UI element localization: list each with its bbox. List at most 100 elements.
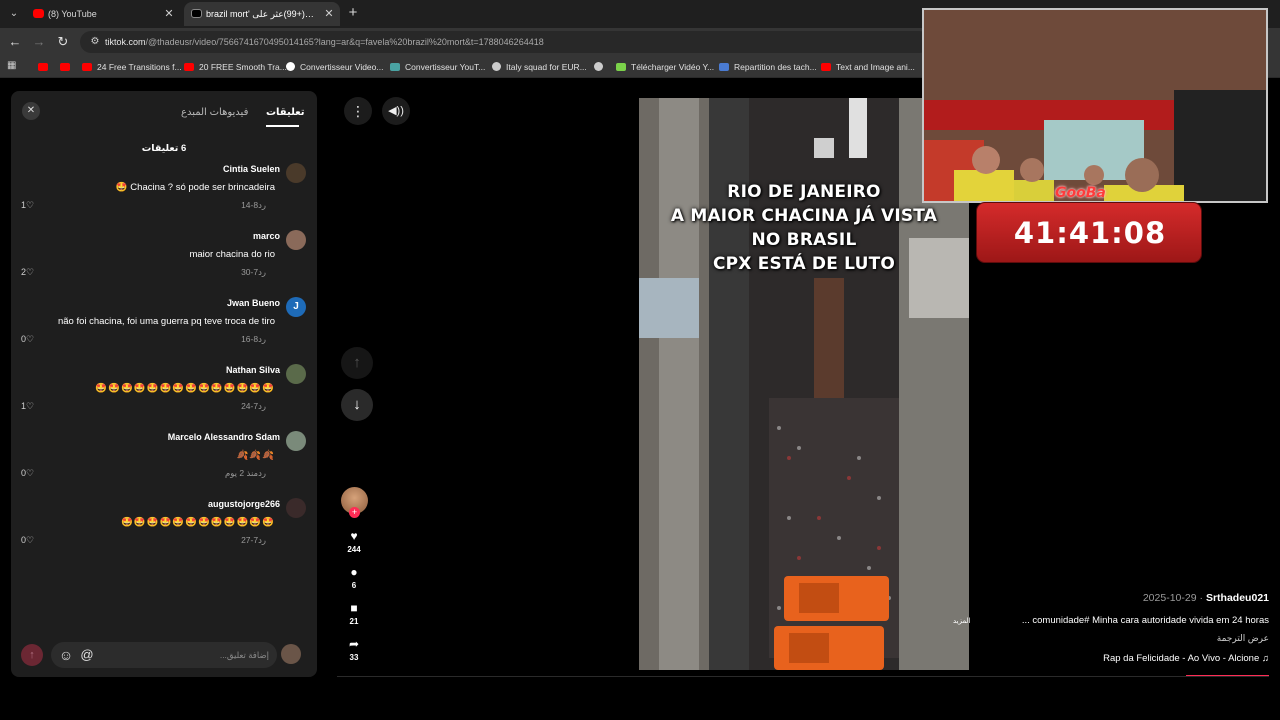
tab-tiktok[interactable]: brazil mort' على(+99)عثر على ✕ — [184, 2, 340, 26]
heart-outline-icon: ♡ — [26, 535, 35, 545]
youtube-icon — [82, 63, 92, 71]
bookmark-item[interactable]: Télécharger Vidéo Y... — [616, 59, 714, 75]
comment-text: 🤩🤩🤩🤩🤩🤩🤩🤩🤩🤩🤩🤩🤩🤩 — [95, 383, 275, 394]
stream-timer: 41:41:08 — [976, 202, 1202, 263]
comment-item: Marcelo Alessandro Sdam 🍂🍂🍂 ردمنذ 2 يوم … — [11, 431, 317, 495]
arrow-up-icon[interactable]: ↑ — [341, 347, 373, 379]
reply-button[interactable]: رد — [258, 401, 266, 411]
music-link[interactable]: Rap da Felicidade - Ao Vivo - Alcione ♫ — [1103, 653, 1269, 664]
share-arrow-icon: ➦ — [348, 637, 360, 651]
post-date: 2025-10-29 · — [1142, 592, 1203, 604]
bookmark-icon: ■ — [350, 601, 358, 615]
comment-text: maior chacina do rio — [189, 249, 275, 260]
comments-panel: ✕ فيديوهات المبدع تعليقات 6 تعليقات Cint… — [11, 91, 317, 677]
url-text: tiktok.com/@thadeusr/video/7566741670495… — [105, 37, 544, 47]
new-tab-plus-icon[interactable]: + — [345, 4, 361, 22]
bookmark-item[interactable]: Repartition des tach... — [719, 59, 817, 75]
comment-action-button[interactable]: ● 6 — [338, 565, 370, 590]
bookmark-item[interactable] — [594, 59, 608, 75]
video-meta: 2025-10-29 · Srthadeu021 — [1143, 592, 1269, 604]
tab-title: brazil mort' على(+99)عثر على — [206, 9, 320, 19]
back-arrow-icon[interactable]: ← — [6, 33, 24, 51]
like-button[interactable]: 0♡ — [21, 334, 34, 345]
active-tab-indicator — [266, 125, 299, 127]
comment-username[interactable]: Jwan Bueno — [227, 298, 280, 308]
avatar[interactable] — [286, 498, 306, 518]
comment-input-box[interactable]: ☺ @ — [51, 642, 277, 668]
like-action-button[interactable]: ♥ 244 — [338, 529, 370, 554]
comment-meta: رد7-30 — [241, 267, 280, 278]
arrow-up-icon[interactable]: ↑ — [21, 644, 43, 666]
avatar[interactable] — [286, 431, 306, 451]
bookmark-item[interactable] — [38, 59, 53, 75]
bookmark-item[interactable]: Italy squad for EUR... — [492, 59, 587, 75]
tab-close-icon[interactable]: ✕ — [322, 2, 336, 26]
see-translation-link[interactable]: عرض الترجمة — [1217, 633, 1269, 644]
comment-meta: رد7-27 — [241, 535, 280, 546]
like-count: 244 — [347, 545, 361, 554]
comment-username[interactable]: augustojorge266 — [208, 499, 280, 509]
comment-username[interactable]: Cintia Suelen — [223, 164, 280, 174]
bookmark-item[interactable]: 24 Free Transitions f... — [82, 59, 182, 75]
tab-close-icon[interactable]: ✕ — [162, 2, 176, 26]
like-button[interactable]: 1♡ — [21, 200, 34, 211]
comment-count: 6 — [351, 581, 357, 590]
tab-youtube[interactable]: (8) YouTube ✕ — [26, 2, 180, 26]
timer-text: 41:41:08 — [1013, 216, 1167, 250]
creator-username[interactable]: Srthadeu021 — [1206, 592, 1269, 604]
heart-icon: ♥ — [350, 529, 358, 543]
comment-username[interactable]: Nathan Silva — [226, 365, 280, 375]
reply-button[interactable]: رد — [258, 267, 266, 277]
avatar[interactable] — [286, 230, 306, 250]
like-button[interactable]: 0♡ — [21, 535, 34, 546]
reply-button[interactable]: رد — [258, 468, 266, 478]
more-options-icon[interactable]: ⋮ — [344, 97, 372, 125]
webcam-frame — [924, 10, 1266, 201]
site-info-icon[interactable]: ⚙ — [88, 35, 102, 49]
bookmark-item[interactable]: 20 FREE Smooth Tra... — [184, 59, 287, 75]
bookmark-item[interactable]: Convertisseur Video... — [286, 59, 383, 75]
video-player[interactable]: RIO DE JANEIRO A MAIOR CHACINA JÁ VISTA … — [639, 98, 969, 670]
more-link[interactable]: المزيد — [953, 617, 971, 625]
arrow-down-icon[interactable]: ↓ — [341, 389, 373, 421]
avatar[interactable] — [286, 163, 306, 183]
like-button[interactable]: 0♡ — [21, 468, 34, 479]
smiley-icon[interactable]: ☺ — [57, 646, 75, 664]
forward-arrow-icon[interactable]: → — [30, 33, 48, 51]
save-action-button[interactable]: ■ 21 — [338, 601, 370, 626]
tab-creator-videos[interactable]: فيديوهات المبدع — [181, 107, 248, 118]
apps-grid-icon[interactable]: ▦ — [7, 60, 19, 72]
bookmark-item[interactable]: Text and Image ani... — [821, 59, 915, 75]
at-icon[interactable]: @ — [78, 646, 96, 664]
comment-item: J Jwan Bueno não foi chacina, foi uma gu… — [11, 297, 317, 361]
comment-username[interactable]: marco — [253, 231, 280, 241]
bookmark-item[interactable] — [60, 59, 75, 75]
comment-item: Cintia Suelen 🤩 Chacina ? só pode ser br… — [11, 163, 317, 227]
reply-button[interactable]: رد — [258, 535, 266, 545]
youtube-favicon-icon — [33, 9, 44, 18]
youtube-icon — [60, 63, 70, 71]
avatar[interactable] — [286, 364, 306, 384]
share-action-button[interactable]: ➦ 33 — [338, 637, 370, 662]
volume-icon[interactable]: ◀)) — [382, 97, 410, 125]
reply-button[interactable]: رد — [258, 334, 266, 344]
comment-input[interactable] — [101, 645, 269, 665]
like-button[interactable]: 2♡ — [21, 267, 34, 278]
comment-username[interactable]: Marcelo Alessandro Sdam — [168, 432, 280, 442]
avatar[interactable]: J — [286, 297, 306, 317]
close-icon[interactable]: ✕ — [22, 102, 40, 120]
comment-date: 7-30 — [241, 267, 259, 277]
reply-button[interactable]: رد — [258, 200, 266, 210]
heart-outline-icon: ♡ — [26, 334, 35, 344]
bookmark-item[interactable]: Convertisseur YouT... — [390, 59, 485, 75]
like-button[interactable]: 1♡ — [21, 401, 34, 412]
reload-icon[interactable]: ↻ — [54, 33, 72, 51]
follow-plus-icon[interactable]: + — [349, 507, 360, 518]
comment-meta: رد7-24 — [241, 401, 280, 412]
tab-search-chevron-icon[interactable]: ⌄ — [6, 6, 22, 22]
tab-comments[interactable]: تعليقات — [266, 107, 305, 118]
address-bar[interactable]: ⚙ tiktok.com/@thadeusr/video/75667416704… — [80, 31, 930, 53]
comment-composer: ↑ ☺ @ — [11, 635, 317, 677]
youtube-icon — [821, 63, 831, 71]
youtube-icon — [38, 63, 48, 71]
